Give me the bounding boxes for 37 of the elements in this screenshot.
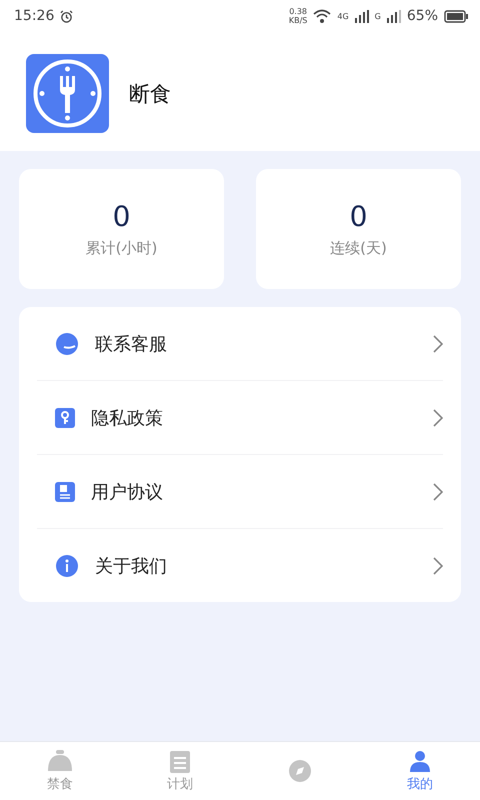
signal-icon [354,10,369,22]
alarm-icon [60,10,74,22]
key-icon [55,408,75,428]
chevron-right-icon [433,334,443,352]
tab[interactable]: 我的 [360,742,480,800]
notepad-icon [169,749,191,773]
chevron-right-icon [433,482,443,500]
network-speed: 0.38 [289,7,308,16]
chat-icon [55,332,79,356]
cloche-icon [46,749,74,773]
info-icon [55,554,79,578]
clock-time: 15:26 [14,8,54,24]
app-name: 断食 [129,80,171,108]
menu-item[interactable]: 隐私政策 [37,380,443,454]
speed-unit: KB/S [288,16,308,25]
person-icon [408,749,432,773]
network-type: G [374,12,381,20]
signal-icon [386,10,401,22]
network-type: 4G [337,12,349,20]
stat-label: 连续(天) [330,239,387,258]
menu-label: 关于我们 [95,554,168,578]
chevron-right-icon [433,408,443,426]
menu-label: 用户协议 [91,480,164,504]
menu-item[interactable]: 联系客服 [37,307,443,380]
wifi-icon [313,9,332,23]
battery-icon [444,10,468,22]
battery-percent: 65% [406,8,438,24]
menu-item[interactable]: 关于我们 [37,528,443,602]
chevron-right-icon [433,556,443,574]
menu-item[interactable]: 用户协议 [37,454,443,528]
menu-label: 联系客服 [95,332,168,356]
menu-label: 隐私政策 [91,406,164,430]
stat-label: 累计(小时) [86,239,158,258]
document-icon [55,482,75,502]
stat-value: 0 [112,200,130,233]
stat-value: 0 [350,200,368,233]
compass-icon [288,759,312,783]
